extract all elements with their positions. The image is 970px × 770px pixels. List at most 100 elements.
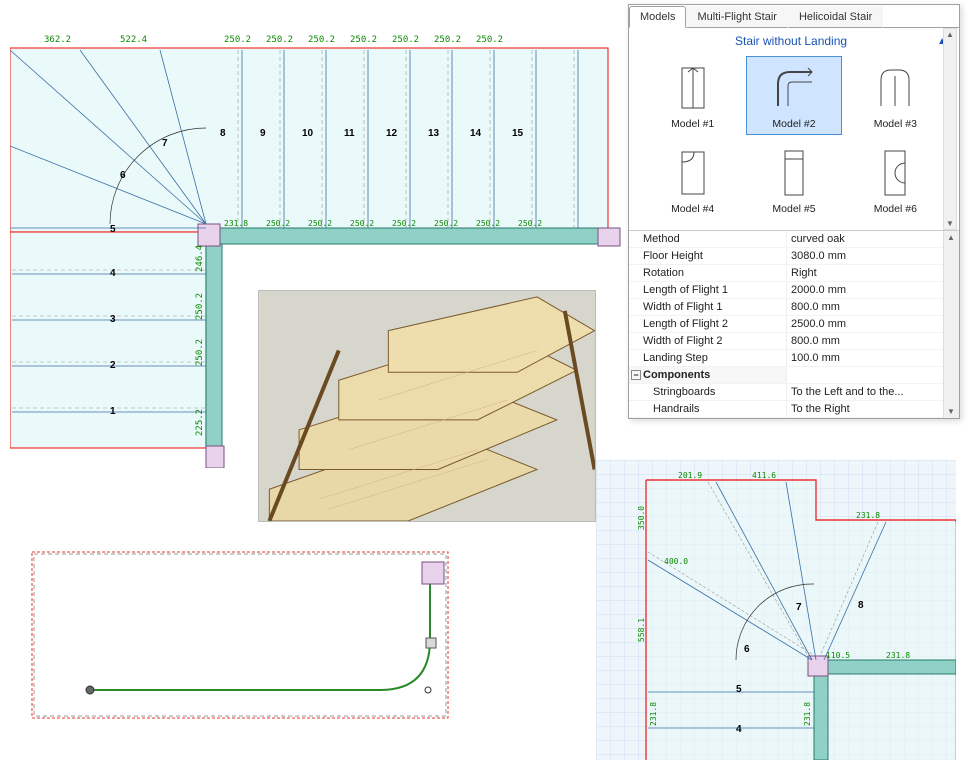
dimension-text: 250.2 xyxy=(392,35,419,45)
property-row[interactable]: Length of Flight 2 2500.0 mm xyxy=(629,316,959,333)
property-value[interactable]: curved oak xyxy=(786,231,943,247)
dimension-text: 250.2 xyxy=(476,219,500,228)
step-number: 3 xyxy=(110,314,116,325)
property-row[interactable]: Handrails To the Right xyxy=(629,401,959,418)
model-1[interactable]: Model #1 xyxy=(645,56,740,135)
dimension-text: 362.2 xyxy=(44,35,71,45)
property-row[interactable]: Floor Height 3080.0 mm xyxy=(629,248,959,265)
model-4[interactable]: Model #4 xyxy=(645,141,740,220)
dimension-text: 110.5 xyxy=(826,651,850,660)
step-number: 8 xyxy=(220,128,226,139)
property-key: Stringboards xyxy=(629,384,786,400)
dimension-text: 225.2 xyxy=(195,409,205,436)
dimension-text: 522.4 xyxy=(120,35,147,45)
step-number: 2 xyxy=(110,360,116,371)
property-value[interactable]: To the Left and to the... xyxy=(786,384,943,400)
collapse-toggle-icon[interactable]: − xyxy=(631,370,641,380)
step-number: 7 xyxy=(162,138,168,149)
step-number: 10 xyxy=(302,128,314,139)
model-label: Model #4 xyxy=(671,203,714,215)
property-section-components[interactable]: −Components xyxy=(629,367,959,384)
step-number: 4 xyxy=(736,724,742,735)
property-row[interactable]: Landing Step 100.0 mm xyxy=(629,350,959,367)
property-row[interactable]: Rotation Right xyxy=(629,265,959,282)
property-value[interactable]: 2500.0 mm xyxy=(786,316,943,332)
property-key: Width of Flight 2 xyxy=(629,333,786,349)
stair-model-icon xyxy=(772,146,816,200)
tab-helicoidal[interactable]: Helicoidal Stair xyxy=(788,6,883,28)
stair-3d-render xyxy=(258,290,596,522)
property-key: Width of Flight 1 xyxy=(629,299,786,315)
step-number: 14 xyxy=(470,128,482,139)
dimension-text: 350.0 xyxy=(637,506,646,530)
stair-model-icon xyxy=(671,61,715,115)
models-section-header[interactable]: Stair without Landing ▲ xyxy=(629,28,959,52)
model-label: Model #1 xyxy=(671,118,714,130)
step-number: 6 xyxy=(120,170,126,181)
dimension-text: 250.2 xyxy=(195,339,205,366)
model-label: Model #5 xyxy=(772,203,815,215)
property-value[interactable]: 100.0 mm xyxy=(786,350,943,366)
model-label: Model #6 xyxy=(874,203,917,215)
models-section-title: Stair without Landing xyxy=(735,34,847,48)
stair-model-icon xyxy=(772,61,816,115)
models-scrollbar[interactable] xyxy=(943,28,957,230)
dimension-text: 201.9 xyxy=(678,471,702,480)
dimension-text: 231.8 xyxy=(886,651,910,660)
dimension-text: 231.8 xyxy=(856,511,880,520)
dimension-text: 411.6 xyxy=(752,471,776,480)
dimension-text: 250.2 xyxy=(308,219,332,228)
property-key: Method xyxy=(629,231,786,247)
dimension-text: 250.2 xyxy=(518,219,542,228)
property-value[interactable]: Right xyxy=(786,265,943,281)
section-label: Components xyxy=(643,369,710,381)
property-value[interactable]: 800.0 mm xyxy=(786,333,943,349)
step-number: 13 xyxy=(428,128,440,139)
dimension-text: 246.4 xyxy=(195,245,205,272)
dimension-text: 231.8 xyxy=(649,702,658,726)
stair-plan-bottom-left xyxy=(30,550,450,720)
property-key: Length of Flight 1 xyxy=(629,282,786,298)
property-row[interactable]: Method curved oak xyxy=(629,231,959,248)
dimension-text: 250.2 xyxy=(434,219,458,228)
dimension-text: 400.0 xyxy=(664,557,688,566)
property-value[interactable]: To the Right xyxy=(786,401,943,417)
tab-models[interactable]: Models xyxy=(629,6,686,28)
property-key: Rotation xyxy=(629,265,786,281)
model-6[interactable]: Model #6 xyxy=(848,141,943,220)
property-value[interactable]: 3080.0 mm xyxy=(786,248,943,264)
model-5[interactable]: Model #5 xyxy=(746,141,841,220)
dimension-text: 558.1 xyxy=(637,618,646,642)
dimension-text: 250.2 xyxy=(224,35,251,45)
properties-panel: Models Multi-Flight Stair Helicoidal Sta… xyxy=(628,4,960,419)
property-row[interactable]: Width of Flight 2 800.0 mm xyxy=(629,333,959,350)
models-grid: Model #1 Model #2 Model #3 Model #4 xyxy=(629,52,959,230)
step-number: 11 xyxy=(344,128,355,139)
dimension-text: 250.2 xyxy=(350,35,377,45)
property-scrollbar[interactable] xyxy=(943,231,959,418)
dimension-text: 250.2 xyxy=(350,219,374,228)
dimension-text: 250.2 xyxy=(392,219,416,228)
step-number: 1 xyxy=(110,406,116,417)
tab-multi-flight[interactable]: Multi-Flight Stair xyxy=(686,6,787,28)
step-number: 7 xyxy=(796,602,802,613)
step-number: 8 xyxy=(858,600,864,611)
property-value[interactable]: 2000.0 mm xyxy=(786,282,943,298)
model-3[interactable]: Model #3 xyxy=(848,56,943,135)
model-label: Model #2 xyxy=(772,118,815,130)
property-row[interactable]: Width of Flight 1 800.0 mm xyxy=(629,299,959,316)
stair-model-icon xyxy=(873,61,917,115)
property-key: Landing Step xyxy=(629,350,786,366)
property-key: Length of Flight 2 xyxy=(629,316,786,332)
dimension-text: 250.2 xyxy=(476,35,503,45)
property-row[interactable]: Length of Flight 1 2000.0 mm xyxy=(629,282,959,299)
tab-strip: Models Multi-Flight Stair Helicoidal Sta… xyxy=(629,5,959,28)
property-value[interactable]: 800.0 mm xyxy=(786,299,943,315)
property-key: Floor Height xyxy=(629,248,786,264)
model-2[interactable]: Model #2 xyxy=(746,56,841,135)
step-number: 12 xyxy=(386,128,398,139)
stair-model-icon xyxy=(873,146,917,200)
property-row[interactable]: Stringboards To the Left and to the... xyxy=(629,384,959,401)
step-number: 9 xyxy=(260,128,266,139)
dimension-text: 250.2 xyxy=(434,35,461,45)
